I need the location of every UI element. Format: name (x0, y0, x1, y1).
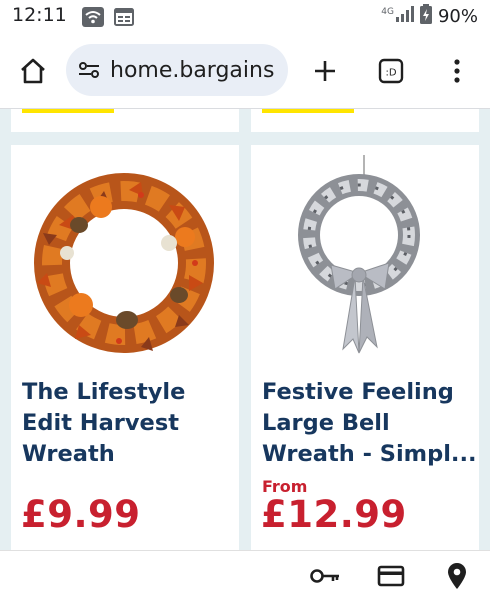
status-left-icons (82, 7, 134, 31)
site-settings-icon[interactable] (78, 59, 100, 81)
calendar-icon (114, 7, 134, 31)
url-text: home.bargains (110, 57, 275, 83)
harvest-wreath-image (34, 173, 214, 353)
passwords-button[interactable] (306, 559, 344, 593)
promo-badge (22, 109, 114, 113)
wifi-icon (82, 7, 104, 31)
status-bar: 12:11 4G 90% (0, 0, 490, 36)
title-line: Large Bell (262, 410, 390, 436)
product-card[interactable]: Festive Feeling Large Bell Wreath - Simp… (251, 145, 479, 550)
autofill-bar (0, 550, 490, 601)
product-title[interactable]: The Lifestyle Edit Harvest Wreath (22, 377, 232, 470)
svg-text::D: :D (385, 68, 396, 79)
card-icon (377, 565, 405, 587)
battery-icon (419, 4, 432, 29)
battery-percent: 90% (437, 6, 478, 27)
product-image[interactable] (19, 165, 229, 361)
status-right: 4G 90% (381, 4, 478, 29)
menu-button[interactable] (438, 52, 476, 90)
product-price: £12.99 (261, 493, 407, 536)
network-type: 4G (381, 6, 394, 17)
title-line: The Lifestyle (22, 379, 186, 405)
key-icon (310, 569, 339, 583)
addresses-button[interactable] (438, 557, 476, 595)
title-line: Festive Feeling (262, 379, 454, 405)
previous-card-left[interactable] (11, 109, 239, 132)
address-bar[interactable]: home.bargains (66, 44, 288, 96)
signal-icon (395, 6, 414, 27)
product-image[interactable] (259, 153, 469, 363)
status-time: 12:11 (12, 4, 67, 26)
tab-switcher-button[interactable]: :D (372, 52, 410, 90)
new-tab-icon (315, 61, 335, 81)
location-icon (448, 563, 466, 589)
page-content: The Lifestyle Edit Harvest Wreath £9.99 … (0, 109, 490, 550)
browser-toolbar: home.bargains :D (0, 36, 490, 109)
title-line: Wreath - Simpl... (262, 441, 477, 467)
product-title[interactable]: Festive Feeling Large Bell Wreath - Simp… (262, 377, 477, 470)
payment-methods-button[interactable] (372, 559, 410, 593)
product-price: £9.99 (21, 493, 141, 536)
menu-icon (454, 59, 460, 83)
product-card[interactable]: The Lifestyle Edit Harvest Wreath £9.99 (11, 145, 239, 550)
bell-wreath-image (298, 155, 420, 354)
tab-switcher-icon: :D (378, 58, 404, 84)
home-icon (21, 58, 45, 84)
home-button[interactable] (14, 52, 52, 90)
previous-card-right[interactable] (251, 109, 479, 132)
title-line: Wreath (22, 441, 115, 467)
new-tab-button[interactable] (306, 52, 344, 90)
title-line: Edit Harvest (22, 410, 179, 436)
promo-badge (262, 109, 354, 113)
